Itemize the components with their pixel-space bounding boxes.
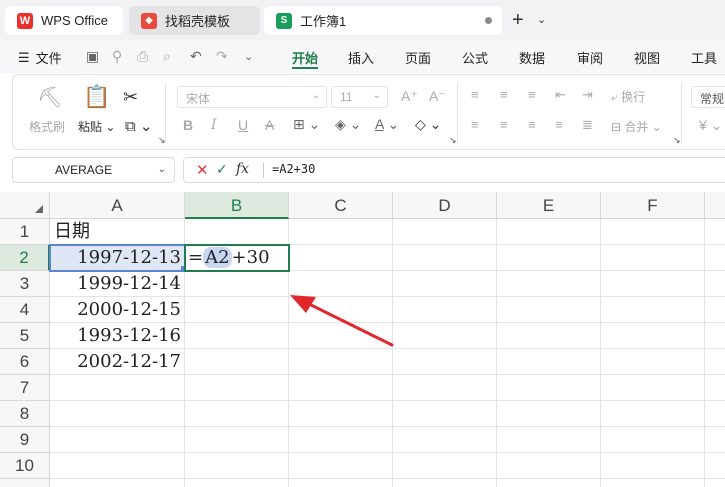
arrow-shaft [303, 300, 394, 347]
annotation-arrow [290, 295, 394, 347]
